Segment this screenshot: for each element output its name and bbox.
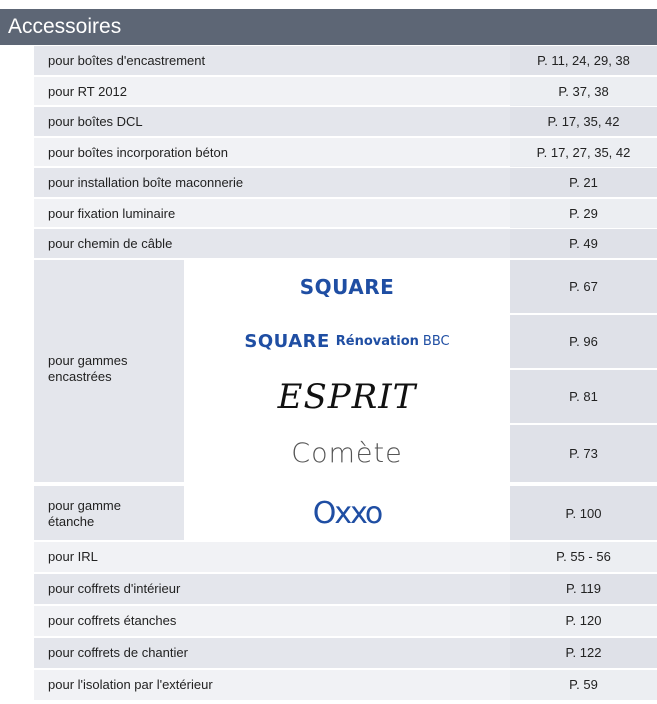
row-label: pour coffrets étanches: [48, 613, 177, 628]
etanche-group: pour gamme étanche Oxxo P. 100: [34, 486, 657, 542]
row-label: pour IRL: [48, 549, 98, 564]
group-label-line2: étanche: [48, 514, 95, 529]
group-label-line1: pour gamme: [48, 498, 121, 513]
section-header: Accessoires: [0, 0, 657, 46]
row-page: P. 59: [510, 670, 657, 700]
page-cell: P. 73: [510, 425, 657, 482]
logo-cell-square-renovation: SQUARE Rénovation BBC: [186, 315, 508, 368]
accessories-table-top: pour boîtes d'encastrement P. 11, 24, 29,…: [34, 46, 657, 260]
row-page: P. 21: [510, 168, 657, 197]
group-label-line1: pour gammes: [48, 353, 128, 368]
row-page: P. 17, 35, 42: [510, 107, 657, 136]
row-label: pour chemin de câble: [48, 236, 173, 251]
row-label: pour fixation luminaire: [48, 205, 176, 221]
row-page: P. 17, 27, 35, 42: [510, 137, 657, 167]
square-renovation-logo: SQUARE: [244, 331, 330, 352]
table-row: pour coffrets de chantier P. 122: [34, 638, 657, 670]
row-page: P. 37, 38: [510, 76, 657, 106]
row-label: pour coffrets de chantier: [48, 645, 188, 660]
group-label-cell: pour gammes encastrées: [34, 260, 184, 482]
page-cell: P. 100: [510, 486, 657, 540]
table-row: pour coffrets étanches P. 120: [34, 606, 657, 638]
renovation-text: Rénovation: [335, 334, 419, 349]
page-cell: P. 67: [510, 260, 657, 313]
table-row: pour IRL P. 55 - 56: [34, 542, 657, 574]
row-page: P. 29: [510, 198, 657, 228]
row-label: pour boîtes DCL: [48, 114, 143, 129]
row-label: pour RT 2012: [48, 83, 128, 99]
table-row: pour chemin de câble P. 49: [34, 229, 657, 260]
row-label: pour installation boîte maconnerie: [48, 175, 244, 190]
table-row: pour installation boîte maconnerie P. 21: [34, 168, 657, 199]
row-page: P. 120: [510, 606, 657, 636]
square-logo: SQUARE: [299, 274, 395, 299]
table-row: pour fixation luminaire P. 29: [34, 198, 657, 229]
logo-cell-comete: Comète: [186, 425, 508, 482]
oxxo-logo: Oxxo: [312, 495, 384, 531]
bbc-text: BBC: [422, 334, 450, 349]
table-row: pour boîtes d'encastrement P. 11, 24, 29,…: [34, 46, 657, 77]
row-label: pour boîtes incorporation béton: [48, 144, 228, 160]
page-cell: P. 81: [510, 370, 657, 423]
table-row: pour coffrets d'intérieur P. 119: [34, 574, 657, 606]
row-page: P. 122: [510, 638, 657, 668]
esprit-logo: ESPRIT: [277, 376, 417, 417]
table-row: pour boîtes DCL P. 17, 35, 42: [34, 107, 657, 138]
logo-cell-esprit: ESPRIT: [186, 370, 508, 423]
logo-cell-square: SQUARE: [186, 260, 508, 313]
row-page: P. 119: [510, 574, 657, 604]
group-label-line2: encastrées: [48, 369, 112, 384]
row-label: pour coffrets d'intérieur: [48, 581, 181, 596]
encastrees-group: pour gammes encastrées SQUARE P. 67 SQUA…: [34, 260, 657, 484]
row-label: pour l'isolation par l'extérieur: [48, 677, 213, 692]
logo-cell-oxxo: Oxxo: [186, 486, 508, 540]
table-row: pour boîtes incorporation béton P. 17, 27…: [34, 137, 657, 168]
row-label: pour boîtes d'encastrement: [48, 53, 206, 68]
table-row: pour l'isolation par l'extérieur P. 59: [34, 670, 657, 702]
row-page: P. 49: [510, 229, 657, 258]
row-page: P. 11, 24, 29, 38: [510, 46, 657, 75]
group-label-cell: pour gamme étanche: [34, 486, 184, 540]
row-page: P. 55 - 56: [510, 542, 657, 572]
comete-logo: Comète: [291, 438, 403, 469]
accessories-table-bottom: pour IRL P. 55 - 56 pour coffrets d'intér…: [34, 542, 657, 702]
section-title: Accessoires: [8, 15, 122, 38]
table-row: pour RT 2012 P. 37, 38: [34, 76, 657, 107]
page-cell: P. 96: [510, 315, 657, 368]
